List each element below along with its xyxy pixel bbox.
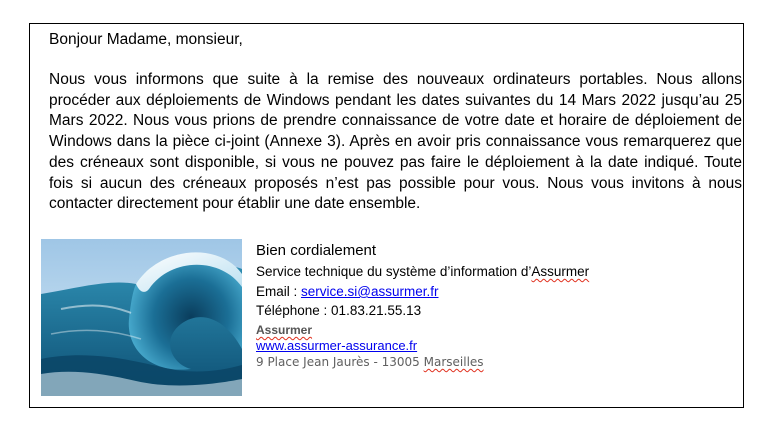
message-body: Nous vous informons que suite à la remis… — [49, 71, 742, 213]
signature-phone: Téléphone : 01.83.21.55.13 — [256, 303, 422, 318]
signature-regards: Bien cordialement — [256, 242, 377, 259]
signature-service: Service technique du système d’informati… — [256, 264, 589, 280]
signature-service-text: Service technique du système d’informati… — [256, 264, 532, 279]
address-city: Marseilles — [423, 355, 484, 369]
signature-company: Assurmer — [256, 323, 313, 337]
greeting: Bonjour Madame, monsieur, — [49, 31, 243, 48]
ocean-wave-image — [41, 239, 242, 396]
email-label: Email : — [256, 284, 302, 299]
signature-service-company: Assurmer — [531, 264, 590, 279]
address-text: 9 Place Jean Jaurès - 13005 — [256, 355, 424, 369]
website-link[interactable]: www.assurmer-assurance.fr — [256, 338, 417, 353]
signature-address: 9 Place Jean Jaurès - 13005 Marseilles — [256, 355, 484, 370]
signature-email: Email : service.si@assurmer.fr — [256, 284, 439, 300]
email-link[interactable]: service.si@assurmer.fr — [301, 284, 438, 299]
signature-website: www.assurmer-assurance.fr — [256, 338, 417, 353]
